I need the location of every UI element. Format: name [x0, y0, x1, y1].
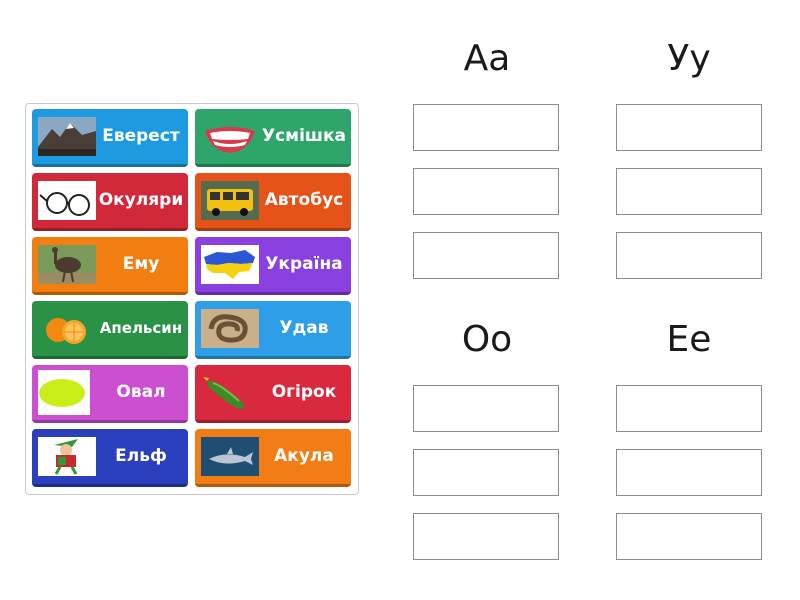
drop-slot[interactable]	[616, 449, 762, 496]
drop-slot[interactable]	[616, 168, 762, 215]
card-oval[interactable]: Овал	[32, 365, 188, 423]
card-label: Удав	[279, 318, 329, 338]
shark-image	[201, 437, 259, 476]
group-heading: Ее	[666, 319, 712, 360]
drop-slot[interactable]	[413, 449, 559, 496]
group-heading: Уу	[667, 38, 711, 79]
card-shark[interactable]: Акула	[195, 429, 351, 487]
snake-image	[201, 309, 259, 348]
card-label: Огірок	[271, 382, 337, 402]
card-cucumber[interactable]: Огірок	[195, 365, 351, 423]
card-label: Україна	[265, 254, 343, 274]
card-label: Автобус	[264, 190, 344, 210]
card-label: Акула	[274, 446, 334, 466]
drop-slot[interactable]	[413, 168, 559, 215]
card-ukraine[interactable]: Україна	[195, 237, 351, 295]
card-label: Ельф	[115, 446, 167, 466]
emu-image	[38, 245, 96, 284]
card-elf[interactable]: Ельф	[32, 429, 188, 487]
card-label: Усмішка	[262, 126, 346, 146]
drop-slot[interactable]	[616, 385, 762, 432]
group-heading: Аа	[463, 38, 511, 79]
drop-slot[interactable]	[413, 232, 559, 279]
card-label: Ему	[122, 254, 160, 274]
drop-slot[interactable]	[413, 385, 559, 432]
mountain-image	[38, 117, 96, 156]
card-boa[interactable]: Удав	[195, 301, 351, 359]
card-label: Окуляри	[98, 190, 184, 210]
card-orange[interactable]: Апельсин	[32, 301, 188, 359]
drop-slot[interactable]	[413, 513, 559, 560]
card-tray: Еверест Усмішка Окуляри Автобус Ему Укра…	[25, 103, 359, 495]
card-emu[interactable]: Ему	[32, 237, 188, 295]
glasses-image	[38, 181, 96, 220]
smile-image	[201, 117, 259, 156]
card-smile[interactable]: Усмішка	[195, 109, 351, 167]
drop-slot[interactable]	[616, 104, 762, 151]
ukraine-map-image	[201, 245, 259, 284]
bus-image	[201, 181, 259, 220]
group-heading: Оо	[461, 319, 513, 360]
card-glasses[interactable]: Окуляри	[32, 173, 188, 231]
card-label: Апельсин	[99, 319, 183, 337]
card-label: Еверест	[102, 126, 180, 146]
cucumber-image	[201, 373, 259, 412]
card-label: Овал	[116, 382, 166, 402]
drop-slot[interactable]	[616, 232, 762, 279]
card-bus[interactable]: Автобус	[195, 173, 351, 231]
card-everest[interactable]: Еверест	[32, 109, 188, 167]
oval-image	[38, 370, 90, 415]
drop-slot[interactable]	[413, 104, 559, 151]
drop-slot[interactable]	[616, 513, 762, 560]
orange-image	[38, 309, 96, 348]
elf-image	[38, 437, 96, 476]
